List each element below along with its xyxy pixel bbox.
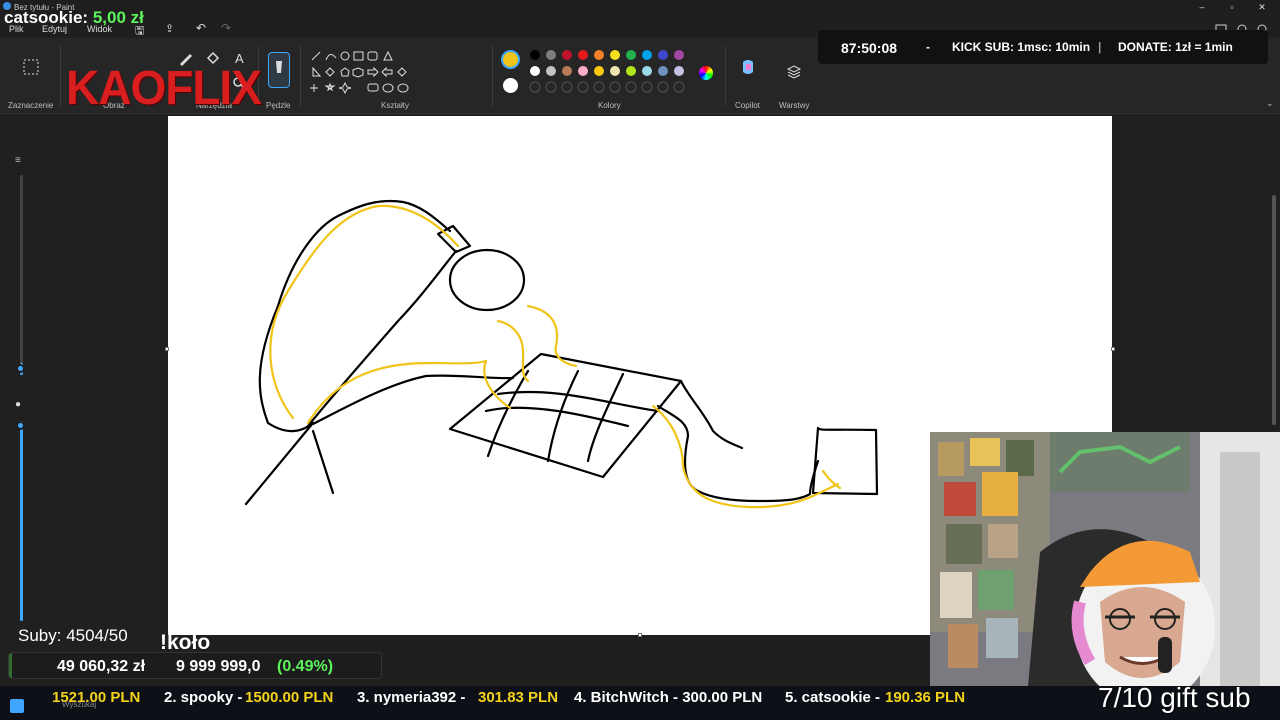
black-strokes	[244, 199, 879, 506]
ticker-item: 1500.00 PLN	[245, 689, 334, 706]
ticker-item: 1521.00 PLN	[52, 689, 141, 706]
opacity-icon: ●	[15, 399, 22, 410]
palette-swatch[interactable]	[658, 66, 668, 76]
primary-color-swatch[interactable]	[501, 50, 520, 69]
palette-swatch[interactable]	[530, 66, 540, 76]
canvas-resize-handle-bottom[interactable]	[638, 633, 642, 637]
redo-icon[interactable]: ↷	[221, 21, 231, 35]
custom-color-slot[interactable]	[625, 81, 637, 93]
minimize-button[interactable]: –	[1192, 1, 1212, 13]
palette-swatch[interactable]	[610, 66, 620, 76]
palette-swatch[interactable]	[642, 66, 652, 76]
top-donor-name: catsookie:	[4, 8, 89, 27]
donation-goal-bar: 49 060,32 zł 9 999 999,0 (0.49%)	[8, 652, 382, 679]
selection-icon[interactable]	[22, 58, 40, 76]
group-label-shapes: Kształty	[381, 101, 410, 110]
close-button[interactable]: ✕	[1252, 1, 1272, 13]
vertical-scrollbar[interactable]	[1272, 195, 1276, 425]
top-donor: catsookie: 5,00 zł	[4, 8, 144, 28]
brush-size-icon: ≡	[15, 155, 21, 166]
ticker-item: 301.83 PLN	[478, 689, 559, 706]
custom-color-slot[interactable]	[561, 81, 573, 93]
shapes-gallery[interactable]	[308, 48, 418, 100]
gift-sub-counter: 7/10 gift sub	[1098, 682, 1251, 713]
subs-counter: Suby: 4504/50	[18, 626, 128, 645]
ticker-item: 190.36 PLN	[885, 689, 966, 706]
palette-swatch[interactable]	[642, 50, 652, 60]
title-bar: Bez tytułu - Paint – ▫ ✕	[0, 0, 1280, 14]
canvas-resize-handle-left[interactable]	[165, 347, 169, 351]
group-label-copilot: Copilot	[735, 101, 760, 110]
top-donors-ticker: 1521.00 PLN 2. spooky -1500.00 PLN 3. nyme…	[0, 689, 1100, 711]
palette-swatch[interactable]	[546, 50, 556, 60]
palette-swatch[interactable]	[626, 50, 636, 60]
opacity-slider-thumb[interactable]	[16, 421, 25, 430]
custom-color-slot[interactable]	[673, 81, 685, 93]
palette-swatch[interactable]	[562, 50, 572, 60]
opacity-slider-fill	[20, 421, 23, 621]
share-icon[interactable]: ⇪	[165, 22, 174, 35]
goal-percent: (0.49%)	[277, 658, 334, 675]
custom-color-slot[interactable]	[609, 81, 621, 93]
rate-divider: |	[1098, 40, 1102, 54]
palette-swatch[interactable]	[562, 66, 572, 76]
palette-swatch[interactable]	[674, 66, 684, 76]
palette-swatch[interactable]	[610, 50, 620, 60]
group-label-layers: Warstwy	[779, 101, 810, 110]
webcam-picture	[930, 432, 1280, 720]
group-label-colors: Kolory	[598, 101, 621, 110]
size-slider-thumb[interactable]	[16, 364, 25, 373]
webcam-feed	[930, 432, 1280, 720]
palette-swatch[interactable]	[674, 50, 684, 60]
layers-icon[interactable]	[786, 64, 802, 80]
goal-current: 49 060,32 zł	[57, 658, 146, 675]
palette-swatch[interactable]	[578, 66, 588, 76]
ticker-item: 4. BitchWitch - 300.00 PLN	[574, 689, 763, 706]
palette-swatch[interactable]	[626, 66, 636, 76]
kaoflix-logo: KAOFLIX	[66, 59, 262, 115]
collapse-ribbon-icon[interactable]: ⌄	[1266, 98, 1274, 109]
color-palette[interactable]	[528, 50, 688, 94]
canvas-resize-handle-right[interactable]	[1111, 347, 1115, 351]
custom-color-slot[interactable]	[545, 81, 557, 93]
kick-sub-rate: KICK SUB: 1msc: 10min	[952, 40, 1091, 54]
ticker-item: 5. catsookie -	[785, 689, 881, 706]
palette-swatch[interactable]	[546, 66, 556, 76]
custom-color-slot[interactable]	[641, 81, 653, 93]
copilot-icon[interactable]	[739, 58, 757, 76]
timer-separator: -	[926, 40, 930, 54]
top-donor-amount: 5,00 zł	[92, 8, 144, 27]
undo-icon[interactable]: ↶	[196, 21, 206, 35]
subathon-timer-bar: 87:50:08 - KICK SUB: 1msc: 10min | DONAT…	[818, 30, 1268, 64]
ticker-item: 3. nymeria392 -	[357, 689, 466, 706]
maximize-button[interactable]: ▫	[1222, 1, 1242, 13]
brush-button[interactable]	[268, 52, 290, 88]
custom-color-slot[interactable]	[529, 81, 541, 93]
group-label-brushes: Pędzle	[266, 101, 291, 110]
palette-swatch[interactable]	[578, 50, 588, 60]
custom-color-slot[interactable]	[577, 81, 589, 93]
secondary-color-swatch[interactable]	[503, 78, 518, 93]
timer: 87:50:08	[841, 40, 898, 56]
custom-color-slot[interactable]	[593, 81, 605, 93]
brush-icon	[276, 61, 282, 73]
goal-target: 9 999 999,0	[176, 658, 261, 675]
palette-swatch[interactable]	[530, 50, 540, 60]
left-sidebar: ≡ ●	[0, 115, 168, 675]
ticker-item: 2. spooky -	[164, 689, 243, 706]
size-slider-track[interactable]	[20, 175, 23, 375]
palette-swatch[interactable]	[594, 50, 604, 60]
custom-color-slot[interactable]	[657, 81, 669, 93]
palette-swatch[interactable]	[594, 66, 604, 76]
palette-swatch[interactable]	[658, 50, 668, 60]
stream-screen: Bez tytułu - Paint – ▫ ✕ Plik Edytuj Wid…	[0, 0, 1280, 720]
group-label-selection: Zaznaczenie	[8, 101, 54, 110]
goal-progress-fill	[9, 653, 12, 678]
color-picker-icon[interactable]	[699, 66, 713, 80]
donate-rate: DONATE: 1zł = 1min	[1118, 40, 1233, 54]
